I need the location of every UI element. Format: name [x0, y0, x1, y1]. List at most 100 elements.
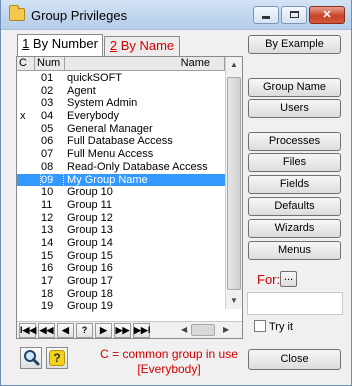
cell-name: Group 11 — [67, 198, 113, 211]
tab-by-name-label: By Name — [117, 38, 175, 53]
table-row[interactable]: x 04 Everybody — [17, 110, 225, 123]
defaults-button[interactable]: Defaults — [248, 197, 341, 216]
cell-name: My Group Name — [67, 173, 148, 186]
cell-name: Group 18 — [67, 287, 113, 300]
table-row[interactable]: 12 Group 12 — [17, 212, 225, 225]
cell-name: Group 12 — [67, 211, 113, 224]
scroll-thumb[interactable] — [227, 77, 241, 290]
nav-first-button[interactable]: I◀◀ — [19, 323, 36, 338]
help-icon: ? — [49, 350, 65, 366]
help-button[interactable]: ? — [46, 347, 68, 369]
cell-name: Full Database Access — [67, 135, 173, 148]
group-privileges-window: Group Privileges ✕ 1 By Number 2 By Name… — [0, 0, 352, 386]
close-icon: ✕ — [322, 9, 332, 21]
fields-button[interactable]: Fields — [248, 175, 341, 194]
cell-name: System Admin — [67, 97, 138, 110]
cell-name: Agent — [67, 84, 96, 97]
table-row[interactable]: 06 Full Database Access — [17, 135, 225, 148]
table-row[interactable]: 13 Group 13 — [17, 224, 225, 237]
table-row[interactable]: 11 Group 11 — [17, 199, 225, 212]
nav-find-button[interactable]: ? — [76, 323, 93, 338]
cell-name: Group 19 — [67, 300, 113, 313]
scroll-left-icon[interactable]: ◀ — [181, 323, 187, 337]
search-button[interactable] — [20, 347, 42, 369]
cell-num: 16 — [41, 262, 54, 275]
table-row[interactable]: 17 Group 17 — [17, 275, 225, 288]
minimize-button[interactable] — [253, 6, 279, 24]
close-button[interactable]: Close — [248, 349, 341, 370]
cell-name: quickSOFT — [67, 72, 123, 84]
cell-num: 02 — [41, 84, 54, 97]
cell-num: 15 — [41, 249, 54, 262]
nav-next-page-button[interactable]: ▶▶ — [114, 323, 131, 338]
processes-button[interactable]: Processes — [248, 132, 341, 151]
cell-name: Group 13 — [67, 224, 113, 237]
nav-last-button[interactable]: ▶▶I — [133, 323, 150, 338]
legend-text: C = common group in use [Everybody] — [79, 347, 259, 377]
cell-name: Everybody — [67, 110, 119, 123]
try-it-label: Try it — [269, 321, 294, 333]
tab-by-name-accel: 2 — [109, 38, 118, 53]
table-row[interactable]: 01 quickSOFT — [17, 72, 225, 85]
close-window-button[interactable]: ✕ — [309, 6, 345, 24]
cell-num: 14 — [41, 236, 54, 249]
for-browse-button[interactable]: ... — [280, 271, 297, 287]
grid-rows: 01 quickSOFT 02 Agent 03 System Admin x 04 Every… — [17, 72, 225, 313]
scroll-right-icon[interactable]: ▶ — [223, 323, 229, 337]
maximize-button[interactable] — [281, 6, 307, 24]
table-row[interactable]: 07 Full Menu Access — [17, 148, 225, 161]
nav-prev-button[interactable]: ◀ — [57, 323, 74, 338]
users-button[interactable]: Users — [248, 99, 341, 118]
nav-next-button[interactable]: ▶ — [95, 323, 112, 338]
for-label: For: — [257, 272, 281, 287]
cell-num: 04 — [41, 110, 54, 123]
cell-num: 07 — [41, 148, 54, 161]
cell-name: Group 15 — [67, 249, 113, 262]
wizards-button[interactable]: Wizards — [248, 219, 341, 238]
column-header-c[interactable]: C — [17, 57, 35, 71]
by-example-button[interactable]: By Example — [248, 35, 341, 54]
files-button[interactable]: Files — [248, 153, 341, 172]
table-row[interactable]: 18 Group 18 — [17, 288, 225, 301]
hscroll-thumb[interactable] — [191, 324, 215, 336]
cell-num: 06 — [41, 135, 54, 148]
cell-common: x — [20, 110, 26, 123]
cell-num: 12 — [41, 211, 54, 224]
group-name-button[interactable]: Group Name — [248, 78, 341, 97]
groups-grid[interactable]: C Num Name 01 quickSOFT 02 Agent 03 System Ad… — [16, 56, 243, 339]
table-row[interactable]: 10 Group 10 — [17, 186, 225, 199]
for-field[interactable] — [247, 292, 343, 315]
menus-button[interactable]: Menus — [248, 241, 341, 260]
vertical-scrollbar[interactable]: ▲ ▼ — [225, 57, 242, 309]
table-row[interactable]: 03 System Admin — [17, 97, 225, 110]
table-row[interactable]: 02 Agent — [17, 85, 225, 98]
tab-by-number-label: By Number — [29, 36, 98, 51]
folder-icon — [9, 5, 25, 21]
cell-name: Group 16 — [67, 262, 113, 275]
scroll-down-icon[interactable]: ▼ — [226, 293, 242, 309]
table-row[interactable]: 08 Read-Only Database Access — [17, 161, 225, 174]
cell-num: 09 — [40, 172, 64, 188]
maximize-icon — [289, 11, 299, 18]
table-row[interactable]: 15 Group 15 — [17, 250, 225, 263]
try-it-checkbox[interactable]: Try it — [254, 320, 293, 333]
table-row[interactable]: 09 My Group Name — [17, 172, 225, 188]
column-header-num[interactable]: Num — [35, 57, 65, 71]
tab-by-name[interactable]: 2 By Name — [104, 36, 180, 56]
column-header-name[interactable]: Name — [65, 57, 225, 71]
tab-by-number[interactable]: 1 By Number — [17, 34, 103, 56]
table-row[interactable]: 16 Group 16 — [17, 262, 225, 275]
cell-num: 18 — [41, 287, 54, 300]
try-it-check-icon[interactable] — [254, 320, 266, 332]
cell-num: 19 — [41, 300, 54, 313]
cell-num: 01 — [41, 72, 54, 84]
table-row[interactable]: 14 Group 14 — [17, 237, 225, 250]
title-bar[interactable]: Group Privileges ✕ — [1, 0, 351, 30]
table-row[interactable]: 19 Group 19 — [17, 300, 225, 313]
horizontal-scrollbar[interactable]: ◀ ▶ — [179, 323, 241, 337]
table-row[interactable]: 05 General Manager — [17, 123, 225, 136]
nav-prev-page-button[interactable]: ◀◀ — [38, 323, 55, 338]
cell-name: Group 10 — [67, 186, 113, 199]
scroll-up-icon[interactable]: ▲ — [226, 57, 242, 73]
cell-name: Read-Only Database Access — [67, 160, 208, 173]
